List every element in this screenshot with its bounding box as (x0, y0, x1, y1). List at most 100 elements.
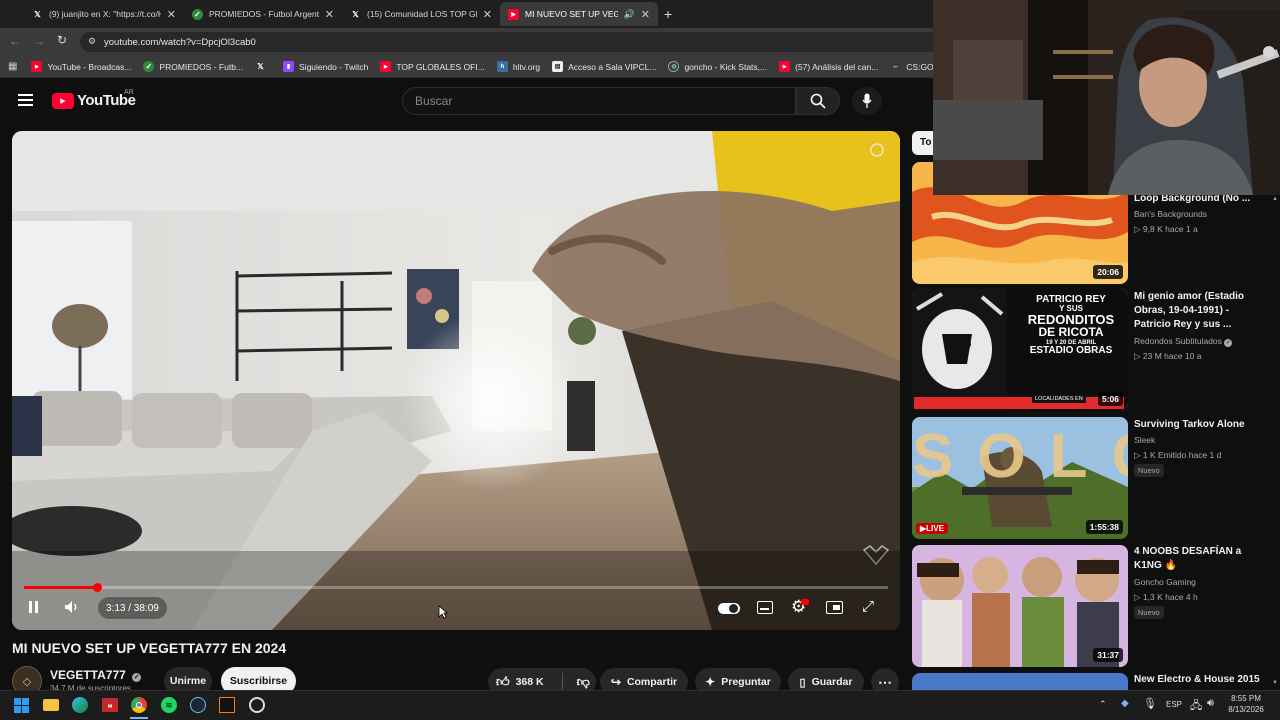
close-icon[interactable]: ✕ (167, 8, 176, 21)
bookmark-item[interactable]: ✓ PROMIEDOS - Futb... (143, 61, 243, 72)
thumbnail-text-line: LOCALIDADES EN (1032, 395, 1086, 403)
tab-x-juanjito[interactable]: 𝕏 (9) juanjito en X: "https://t.co/H ✕ (24, 2, 184, 26)
save-label: Guardar (811, 676, 853, 688)
apps-grid-icon[interactable]: ▦ (8, 61, 17, 72)
new-badge: Nuevo (1134, 464, 1164, 477)
bookmark-item[interactable]: ▶ YouTube - Broadcas... (31, 61, 131, 72)
sidebar-thumbnail[interactable]: PATRICIO REY Y SUS REDONDITOS DE RICOTA … (912, 289, 1128, 411)
hamburger-menu-icon[interactable] (18, 94, 33, 106)
bookmark-item[interactable]: ▮ Siguiendo - Twitch (283, 61, 368, 72)
new-tab-button[interactable]: + (664, 6, 672, 22)
voice-search-button[interactable] (852, 87, 882, 115)
windows-start-icon[interactable] (12, 696, 30, 714)
scroll-up-icon[interactable]: ▲ (1272, 196, 1278, 202)
edge-browser-icon[interactable] (71, 696, 89, 714)
pause-button[interactable] (29, 601, 38, 613)
search-button[interactable] (796, 87, 840, 115)
thumbs-up-icon[interactable]: 👍︎ (496, 674, 510, 690)
taskbar-app-dark-icon[interactable] (218, 696, 236, 714)
page-icon: ▤ (552, 61, 564, 72)
system-clock[interactable]: 8:55 PM 8/13/2026 (1226, 693, 1266, 715)
promiedos-icon: ✓ (143, 61, 155, 72)
address-bar[interactable]: ⚙ youtube.com/watch?v=DpcjOl3cab0 (80, 32, 940, 52)
bookmark-label: Acceso a Sala VIPCL... (568, 61, 657, 72)
video-duration: 20:06 (1093, 265, 1123, 279)
channel-name[interactable]: VEGETTA777 ✓ (50, 668, 142, 682)
search-input[interactable]: Buscar (402, 87, 796, 115)
scroll-down-icon[interactable]: ▼ (1272, 680, 1278, 686)
thumbs-down-icon[interactable]: 👎︎ (577, 674, 590, 690)
back-icon[interactable]: ← (9, 34, 21, 48)
progress-scrubber-handle[interactable] (92, 583, 102, 592)
tray-overflow-icon[interactable]: ⌃ (1099, 699, 1107, 710)
video-player[interactable]: 3:13 / 38:09 ⚙ ⤢ (12, 131, 900, 630)
sidebar-channel-text: Redondos Subtitulados (1134, 336, 1222, 346)
join-label: Unirme (169, 675, 207, 687)
region-code: AR (124, 89, 134, 96)
sidebar-thumbnail[interactable] (912, 673, 1128, 690)
tab-label: (15) Comunidad LOS TOP GLOB (367, 9, 477, 19)
youtube-icon: ▶ (508, 8, 519, 20)
subscribe-label: Suscribirse (229, 675, 288, 687)
video-title: MI NUEVO SET UP VEGETTA777 EN 2024 (12, 640, 287, 656)
bookmark-item[interactable]: 𝕏 (255, 61, 271, 72)
taskbar-app-red-icon[interactable]: ▮▮ (101, 696, 119, 714)
bookmark-item[interactable]: ◍ goncho - Kick Stats,... (668, 61, 767, 72)
video-duration: 5:06 (1097, 392, 1123, 406)
bookmark-item[interactable]: ▶ TOP GLOBALES OFI... (380, 61, 485, 72)
youtube-icon: ▶ (380, 61, 392, 72)
tray-mic-icon[interactable]: 🎙︎ (1143, 697, 1157, 710)
volume-button[interactable] (64, 599, 80, 620)
close-icon[interactable]: ✕ (325, 8, 334, 21)
sidebar-video-title[interactable]: 4 NOOBS DESAFÍAN a K1NG 🔥 (1134, 545, 1264, 573)
subtitles-icon[interactable] (757, 601, 773, 614)
sidebar-video-title[interactable]: Mi genio amor (Estadio Obras, 19-04-1991… (1134, 290, 1264, 332)
bookmark-label: hltv.org (512, 61, 541, 72)
speaker-icon[interactable]: 🔊︎ (1207, 697, 1214, 710)
progress-bar[interactable] (24, 583, 888, 592)
sidebar-channel-name[interactable]: Redondos Subtitulados ✓ (1134, 336, 1233, 347)
file-explorer-icon[interactable] (42, 696, 60, 714)
tab-label: PROMIEDOS - Futbol Argentino (209, 9, 319, 19)
steam-icon[interactable] (189, 696, 207, 714)
live-badge: ▶LIVE (916, 523, 948, 534)
bookmark-item[interactable]: h hltv.org (496, 61, 541, 72)
sidebar-scrollbar[interactable]: ▲ ▼ (1272, 196, 1278, 686)
close-icon[interactable]: ✕ (641, 8, 650, 21)
sidebar-thumbnail[interactable]: 31:37 (912, 545, 1128, 667)
sidebar-video-title[interactable]: New Electro & House 2015 (1134, 673, 1264, 687)
channel-name-text: VEGETTA777 (50, 668, 126, 682)
sidebar-channel-name[interactable]: Ban's Backgrounds (1134, 209, 1207, 219)
bookmark-icon: ▯ (799, 676, 806, 689)
spotify-icon[interactable]: ≋ (160, 696, 178, 714)
sidebar-thumbnail[interactable]: SOLO ▶LIVE 1:55:38 (912, 417, 1128, 539)
autoplay-toggle[interactable] (718, 603, 740, 614)
tab-x-comunidad[interactable]: 𝕏 (15) Comunidad LOS TOP GLOB ✕ (342, 2, 500, 26)
miniplayer-icon[interactable] (826, 601, 843, 614)
bookmark-item[interactable]: ▶ (57) Análisis del can... (779, 61, 878, 72)
autoplay-knob (729, 604, 738, 613)
youtube-logo[interactable]: ▶ YouTube (52, 92, 136, 109)
network-icon[interactable]: 🖧︎ (1190, 697, 1202, 716)
obs-icon[interactable] (248, 696, 266, 714)
bookmark-item[interactable]: ▤ Acceso a Sala VIPCL... (552, 61, 656, 72)
tray-app-icon[interactable]: ◆ (1121, 698, 1129, 709)
tab-youtube-active[interactable]: ▶ MI NUEVO SET UP VEGETTA 🔊 ✕ (500, 2, 658, 26)
language-indicator[interactable]: ESP (1166, 700, 1182, 709)
reload-icon[interactable]: ↻ (57, 33, 67, 47)
chrome-icon[interactable] (130, 696, 148, 714)
bookmark-label: PROMIEDOS - Futb... (159, 61, 244, 72)
site-info-icon[interactable]: ⚙ (88, 36, 96, 47)
promiedos-icon: ✓ (192, 8, 203, 20)
sidebar-channel-name[interactable]: Goncho Gaming (1134, 577, 1196, 587)
tab-promiedos[interactable]: ✓ PROMIEDOS - Futbol Argentino ✕ (184, 2, 342, 26)
active-app-indicator (130, 717, 148, 719)
close-icon[interactable]: ✕ (483, 8, 492, 21)
fullscreen-icon[interactable]: ⤢ (862, 598, 874, 615)
sidebar-video-title[interactable]: Surviving Tarkov Alone (1134, 418, 1264, 432)
sidebar-channel-name[interactable]: Sleek (1134, 435, 1155, 445)
forward-icon[interactable]: → (33, 34, 45, 48)
audio-playing-icon[interactable]: 🔊 (624, 9, 635, 20)
youtube-play-logo-icon: ▶ (52, 92, 74, 109)
like-count[interactable]: 368 K (516, 676, 544, 688)
